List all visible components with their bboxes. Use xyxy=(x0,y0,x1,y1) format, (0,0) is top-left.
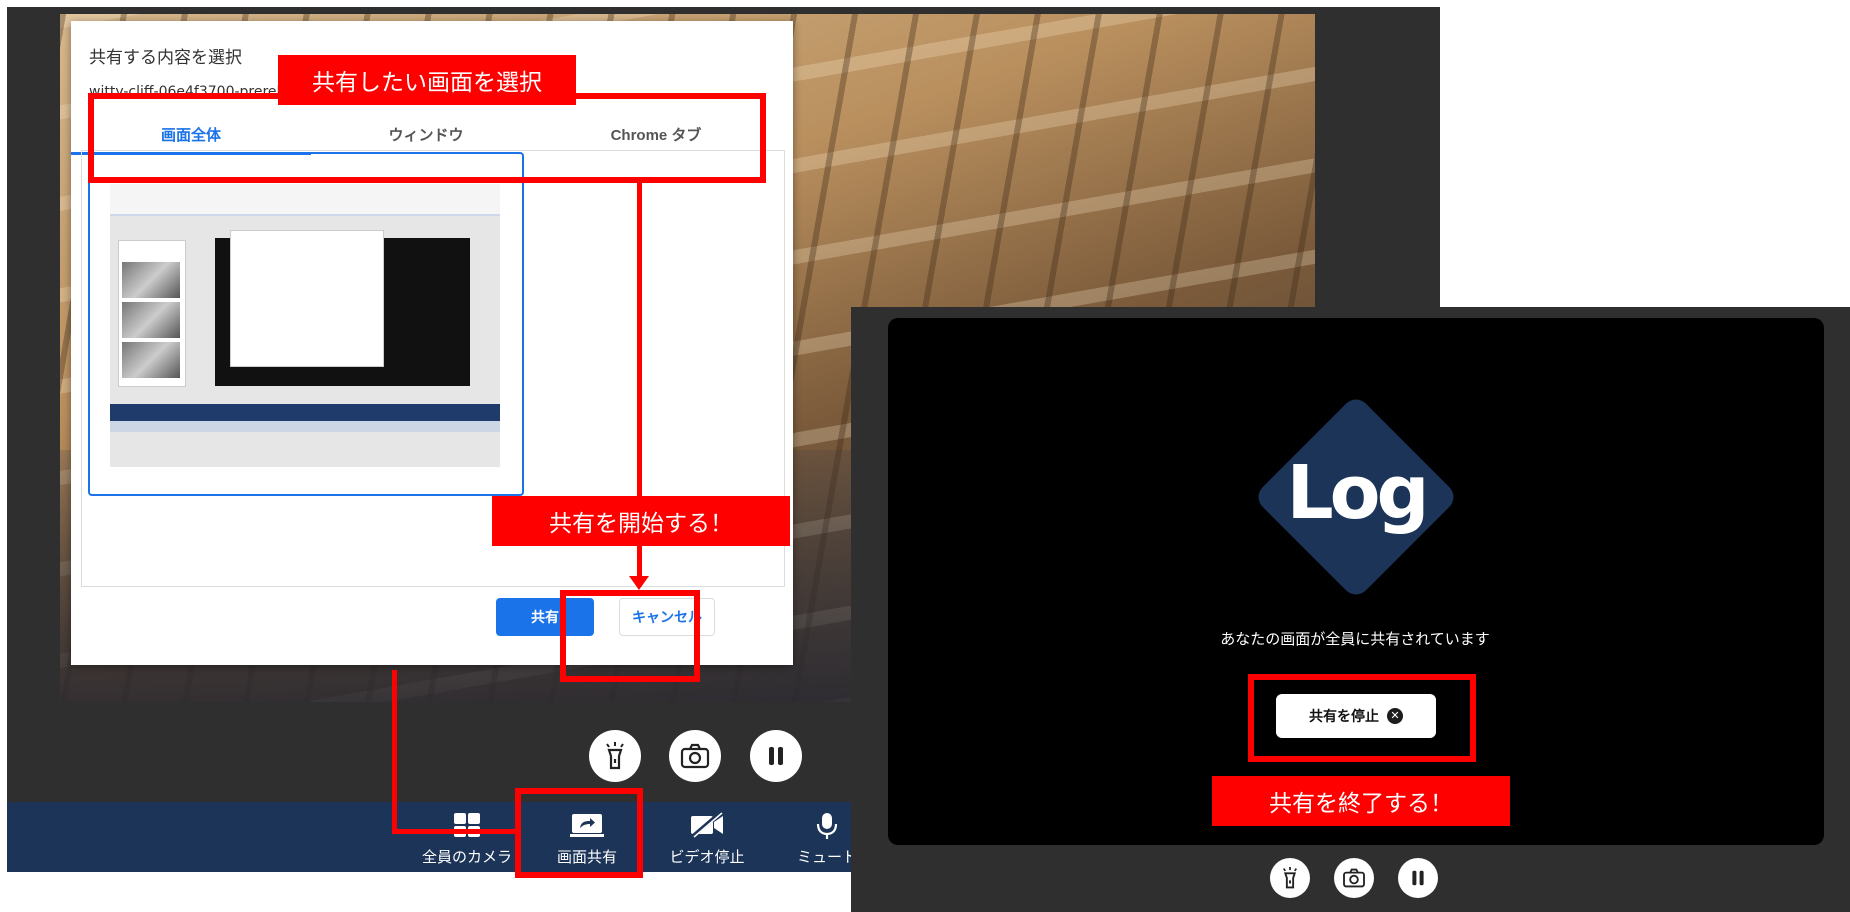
dialog-title: 共有する内容を選択 xyxy=(89,48,242,68)
annotation-highlight-share-button xyxy=(560,590,700,682)
pause-button[interactable] xyxy=(1398,858,1438,898)
snapshot-button[interactable] xyxy=(669,730,721,782)
flashlight-button[interactable] xyxy=(589,730,641,782)
flashlight-icon xyxy=(1282,867,1298,889)
annotation-highlight-screen-share-nav xyxy=(515,788,643,878)
pause-button[interactable] xyxy=(750,730,802,782)
flashlight-icon xyxy=(606,742,624,770)
nav-label: ビデオ停止 xyxy=(669,848,745,866)
snapshot-button[interactable] xyxy=(1334,858,1374,898)
annotation-label-end-sharing: 共有を終了する！ xyxy=(1212,776,1510,826)
grid-icon xyxy=(454,813,480,837)
flashlight-button[interactable] xyxy=(1270,858,1310,898)
logo-text: Log xyxy=(1286,450,1430,536)
annotation-arrow-icon xyxy=(629,576,649,590)
pause-icon xyxy=(769,747,783,765)
annotation-highlight-stop-button xyxy=(1248,674,1476,762)
thumbnail-image xyxy=(122,262,180,298)
thumbnail-inner-dialog xyxy=(230,230,384,367)
sharing-message: あなたの画面が全員に共有されています xyxy=(1220,630,1490,648)
thumbnail-image xyxy=(122,302,180,338)
thumbnail-windows-bar xyxy=(110,421,500,432)
camera-icon xyxy=(680,743,710,769)
annotation-connector-line xyxy=(392,829,518,834)
annotation-highlight-tabs xyxy=(88,93,766,183)
nav-all-cameras[interactable]: 全員のカメラ xyxy=(407,802,527,872)
annotation-label-select-screen: 共有したい画面を選択 xyxy=(278,55,576,105)
thumbnail-image xyxy=(122,342,180,378)
pause-icon xyxy=(1412,870,1424,886)
nav-label: 全員のカメラ xyxy=(421,848,512,866)
nav-video-stop[interactable]: ビデオ停止 xyxy=(647,802,767,872)
annotation-label-start-sharing: 共有を開始する！ xyxy=(492,496,790,546)
microphone-icon xyxy=(816,813,838,839)
video-off-icon xyxy=(690,812,723,838)
annotation-connector-line xyxy=(392,670,397,833)
camera-icon xyxy=(1343,868,1365,888)
thumbnail-browser-bar xyxy=(110,184,500,216)
